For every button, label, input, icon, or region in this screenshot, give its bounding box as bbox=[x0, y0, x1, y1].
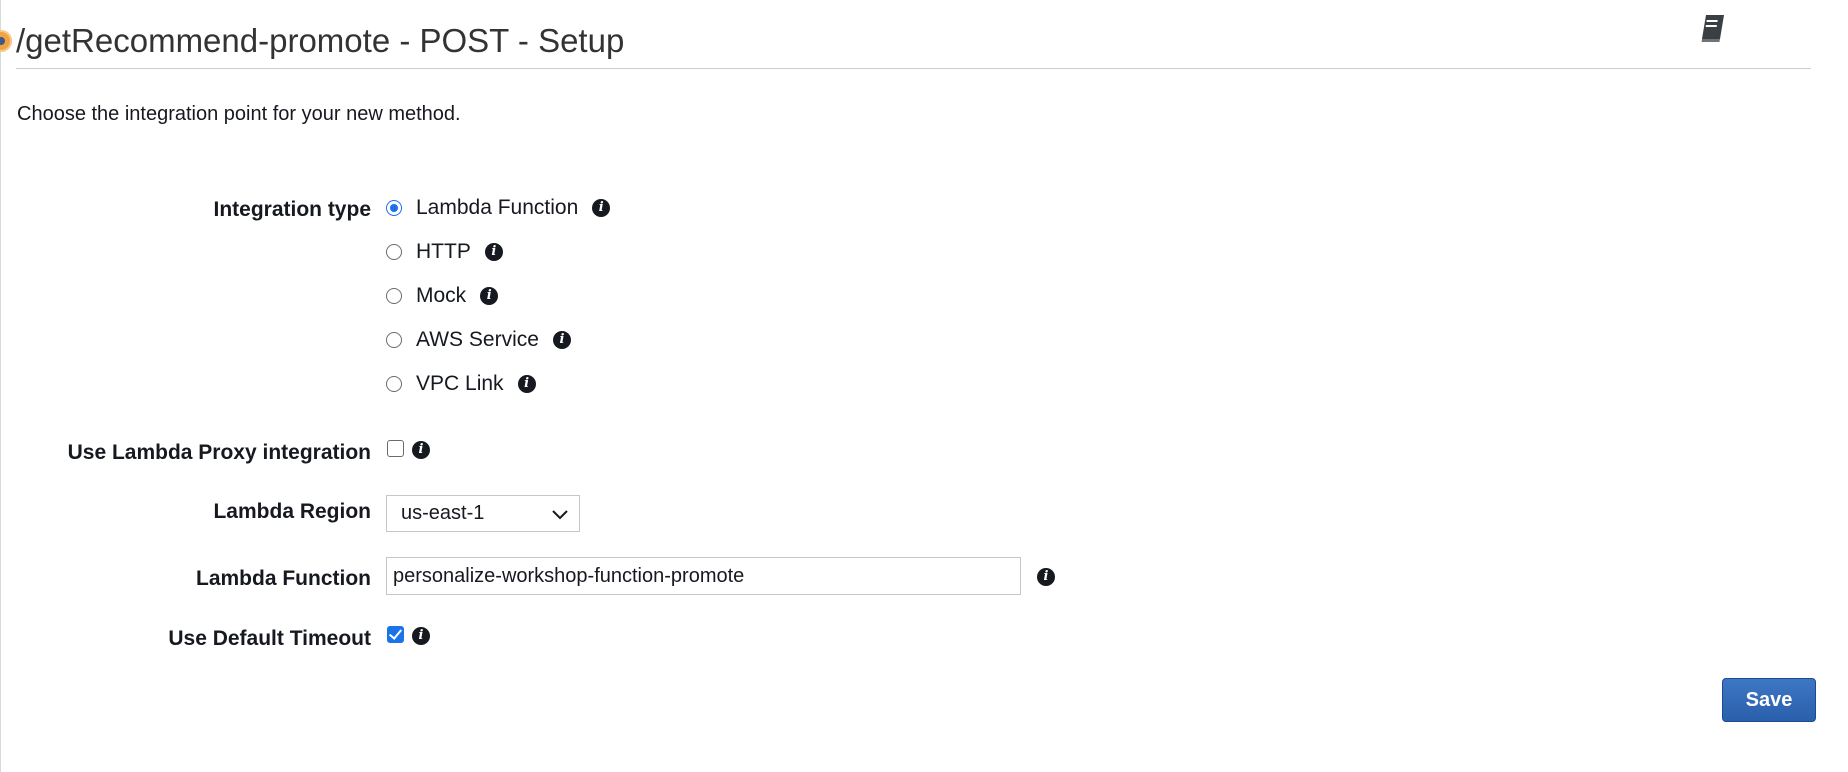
method-setup-page: /getRecommend-promote - POST - Setup Cho… bbox=[0, 0, 1848, 772]
radio-button[interactable] bbox=[386, 200, 402, 216]
info-icon[interactable]: i bbox=[484, 243, 503, 261]
radio-option-mock[interactable]: Mock i bbox=[386, 281, 499, 311]
default-timeout-label: Use Default Timeout bbox=[168, 627, 371, 650]
default-timeout-checkbox[interactable] bbox=[387, 626, 404, 643]
radio-label: Lambda Function bbox=[416, 196, 579, 219]
radio-label: AWS Service bbox=[416, 328, 539, 351]
lambda-region-label: Lambda Region bbox=[213, 500, 371, 523]
radio-option-aws-service[interactable]: AWS Service i bbox=[386, 325, 571, 355]
info-icon[interactable]: i bbox=[412, 441, 430, 459]
radio-button[interactable] bbox=[386, 288, 402, 304]
panel-left-border bbox=[0, 0, 1, 772]
info-icon[interactable]: i bbox=[552, 331, 571, 349]
page-title: /getRecommend-promote - POST - Setup bbox=[16, 22, 625, 59]
radio-button[interactable] bbox=[386, 376, 402, 392]
select-value: us-east-1 bbox=[401, 502, 485, 524]
radio-label: VPC Link bbox=[416, 372, 504, 395]
radio-option-vpc-link[interactable]: VPC Link i bbox=[386, 369, 536, 399]
radio-option-http[interactable]: HTTP i bbox=[386, 237, 503, 267]
lambda-function-label: Lambda Function bbox=[196, 567, 371, 590]
save-button[interactable]: Save bbox=[1722, 678, 1816, 722]
info-icon[interactable]: i bbox=[412, 627, 430, 645]
info-icon[interactable]: i bbox=[1037, 568, 1055, 586]
radio-label: HTTP bbox=[416, 240, 471, 263]
radio-option-lambda-function[interactable]: Lambda Function i bbox=[386, 193, 611, 223]
title-divider bbox=[16, 68, 1811, 69]
lambda-proxy-label: Use Lambda Proxy integration bbox=[67, 441, 371, 464]
info-icon[interactable]: i bbox=[592, 199, 611, 217]
selection-marker-icon bbox=[0, 30, 12, 52]
info-icon[interactable]: i bbox=[480, 287, 499, 305]
radio-button[interactable] bbox=[386, 332, 402, 348]
lambda-proxy-checkbox[interactable] bbox=[387, 440, 404, 457]
radio-button[interactable] bbox=[386, 244, 402, 260]
lambda-function-input[interactable] bbox=[386, 557, 1021, 595]
intro-text: Choose the integration point for your ne… bbox=[17, 103, 461, 125]
radio-label: Mock bbox=[416, 284, 467, 307]
integration-type-label: Integration type bbox=[213, 198, 371, 221]
chevron-down-icon bbox=[552, 510, 568, 520]
lambda-region-select[interactable]: us-east-1 bbox=[386, 495, 580, 532]
book-icon[interactable] bbox=[1697, 12, 1729, 44]
info-icon[interactable]: i bbox=[517, 375, 536, 393]
